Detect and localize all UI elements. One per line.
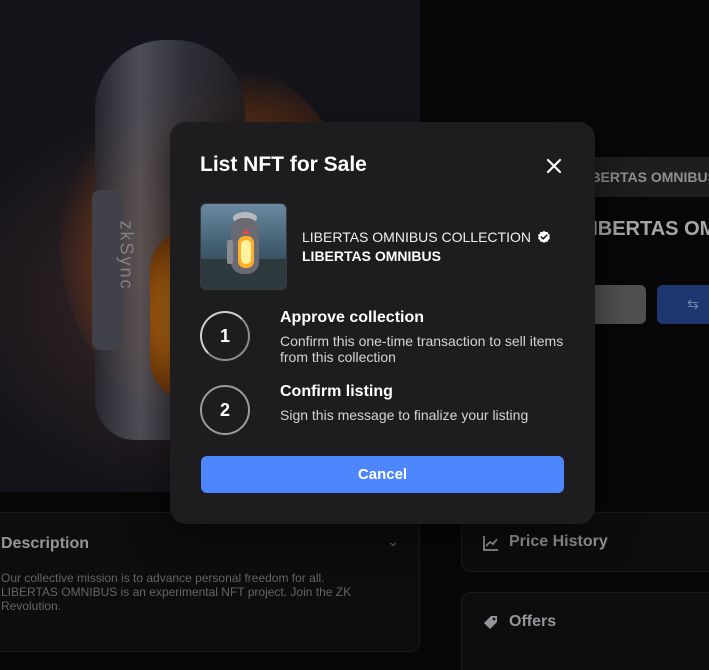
nft-info: LIBERTAS OMNIBUS COLLECTION LIBERTAS OMN… [302, 229, 551, 264]
cancel-button[interactable]: Cancel [201, 456, 564, 493]
verified-badge-icon [538, 230, 550, 243]
list-nft-modal: List NFT for Sale LIBERTAS OMNIBUS COLLE… [170, 122, 595, 524]
step-confirm-listing: 2 Confirm listing Sign this message to f… [200, 383, 580, 435]
nft-thumbnail [200, 203, 287, 290]
nft-thumbnail-art [201, 212, 286, 289]
step-number-circle: 2 [200, 385, 250, 435]
page: zkSync LIBERTAS OMNIBUS COLLECTION LIBER… [0, 0, 709, 670]
nft-collection-row: LIBERTAS OMNIBUS COLLECTION [302, 229, 551, 245]
step-title: Approve collection [280, 309, 425, 326]
step-description: Sign this message to finalize your listi… [280, 407, 529, 423]
step-title: Confirm listing [280, 383, 393, 400]
close-icon[interactable] [542, 154, 566, 178]
nft-name: LIBERTAS OMNIBUS [302, 248, 441, 264]
step-text: Approve collection Confirm this one-time… [280, 309, 580, 365]
modal-title: List NFT for Sale [200, 153, 367, 176]
nft-collection-name: LIBERTAS OMNIBUS COLLECTION [302, 229, 531, 245]
step-approve-collection: 1 Approve collection Confirm this one-ti… [200, 309, 580, 365]
step-number-circle: 1 [200, 311, 250, 361]
step-text: Confirm listing Sign this message to fin… [280, 383, 580, 423]
step-description: Confirm this one-time transaction to sel… [280, 333, 564, 365]
